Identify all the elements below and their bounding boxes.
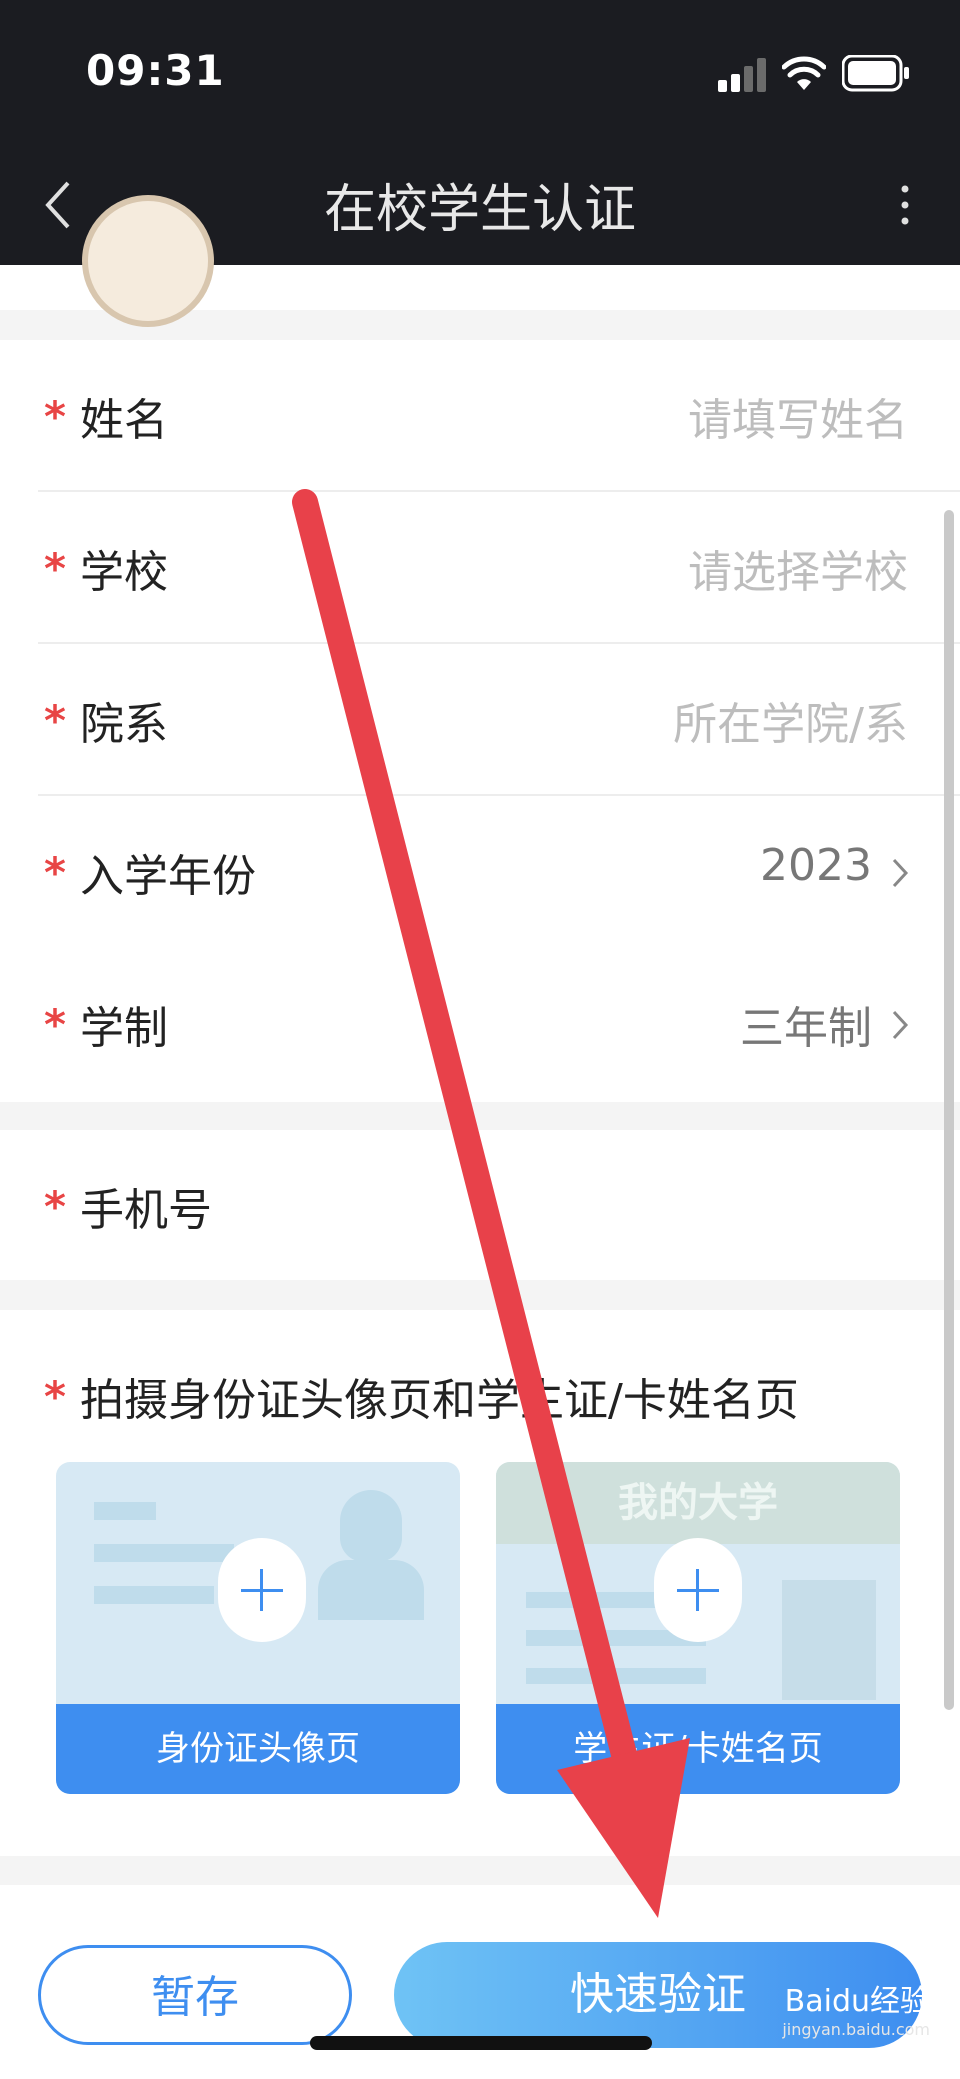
required-star: *	[44, 544, 66, 593]
name-label: 姓名	[80, 395, 168, 446]
required-star: *	[44, 1182, 66, 1231]
watermark-brand: Baidu经验	[784, 1984, 930, 2019]
photo-frame	[782, 1580, 876, 1700]
wifi-icon	[782, 56, 826, 90]
phone-row[interactable]: * 手机号	[38, 1130, 960, 1282]
status-bar: 09:31	[0, 0, 960, 155]
photo-section: * 拍摄身份证头像页和学生证/卡姓名页 身份证头像页 我的大学 学生证/卡姓名页	[0, 1310, 960, 1856]
signal-icon	[718, 58, 766, 92]
required-star: *	[44, 696, 66, 745]
department-input[interactable]: 所在学院/系	[673, 688, 908, 752]
required-star: *	[44, 1000, 66, 1049]
baidu-watermark: Baidu经验 jingyan.baidu.com	[782, 1976, 930, 2039]
required-star: *	[44, 392, 66, 441]
system-row[interactable]: * 学制 三年制	[38, 948, 960, 1100]
id-card-upload[interactable]: 身份证头像页	[56, 1462, 460, 1794]
chevron-right-icon	[892, 858, 909, 888]
student-card-label: 学生证/卡姓名页	[496, 1704, 900, 1794]
form-section-phone: * 手机号	[0, 1130, 960, 1280]
name-input[interactable]: 请填写姓名	[688, 384, 908, 448]
watermark-url: jingyan.baidu.com	[782, 2020, 930, 2039]
chevron-right-icon	[892, 1010, 909, 1040]
required-star: *	[44, 848, 66, 897]
system-label: 学制	[80, 1003, 168, 1054]
scrollbar[interactable]	[944, 510, 954, 1710]
year-value[interactable]: 2023	[760, 840, 872, 891]
school-row[interactable]: * 学校 请选择学校	[38, 492, 960, 644]
school-select[interactable]: 请选择学校	[688, 536, 908, 600]
year-label: 入学年份	[80, 851, 256, 902]
department-row[interactable]: * 院系 所在学院/系	[38, 644, 960, 796]
name-row[interactable]: * 姓名 请填写姓名	[38, 340, 960, 492]
form-header-strip	[0, 195, 960, 327]
form-section-basic: * 姓名 请填写姓名 * 学校 请选择学校 * 院系 所在学院/系 * 入学年份…	[0, 340, 960, 1102]
system-value[interactable]: 三年制	[740, 992, 872, 1056]
required-star: *	[44, 1372, 66, 1421]
home-indicator	[310, 2036, 652, 2050]
school-label: 学校	[80, 547, 168, 598]
status-time: 09:31	[86, 46, 225, 95]
add-icon[interactable]	[654, 1538, 742, 1642]
card-line	[94, 1586, 214, 1604]
save-draft-button[interactable]: 暂存	[38, 1945, 352, 2045]
student-card-header: 我的大学	[496, 1462, 900, 1544]
card-line	[526, 1668, 706, 1684]
avatar	[82, 195, 214, 327]
photo-section-title: 拍摄身份证头像页和学生证/卡姓名页	[80, 1375, 799, 1426]
more-icon[interactable]	[890, 175, 920, 235]
student-card-upload[interactable]: 我的大学 学生证/卡姓名页	[496, 1462, 900, 1794]
year-row[interactable]: * 入学年份 2023	[38, 796, 960, 948]
battery-icon	[842, 55, 909, 92]
card-line	[94, 1502, 156, 1520]
id-card-label: 身份证头像页	[56, 1704, 460, 1794]
add-icon[interactable]	[218, 1538, 306, 1642]
department-label: 院系	[80, 699, 168, 750]
portrait-silhouette	[318, 1560, 424, 1620]
phone-label: 手机号	[80, 1185, 212, 1236]
portrait-silhouette	[340, 1490, 402, 1562]
